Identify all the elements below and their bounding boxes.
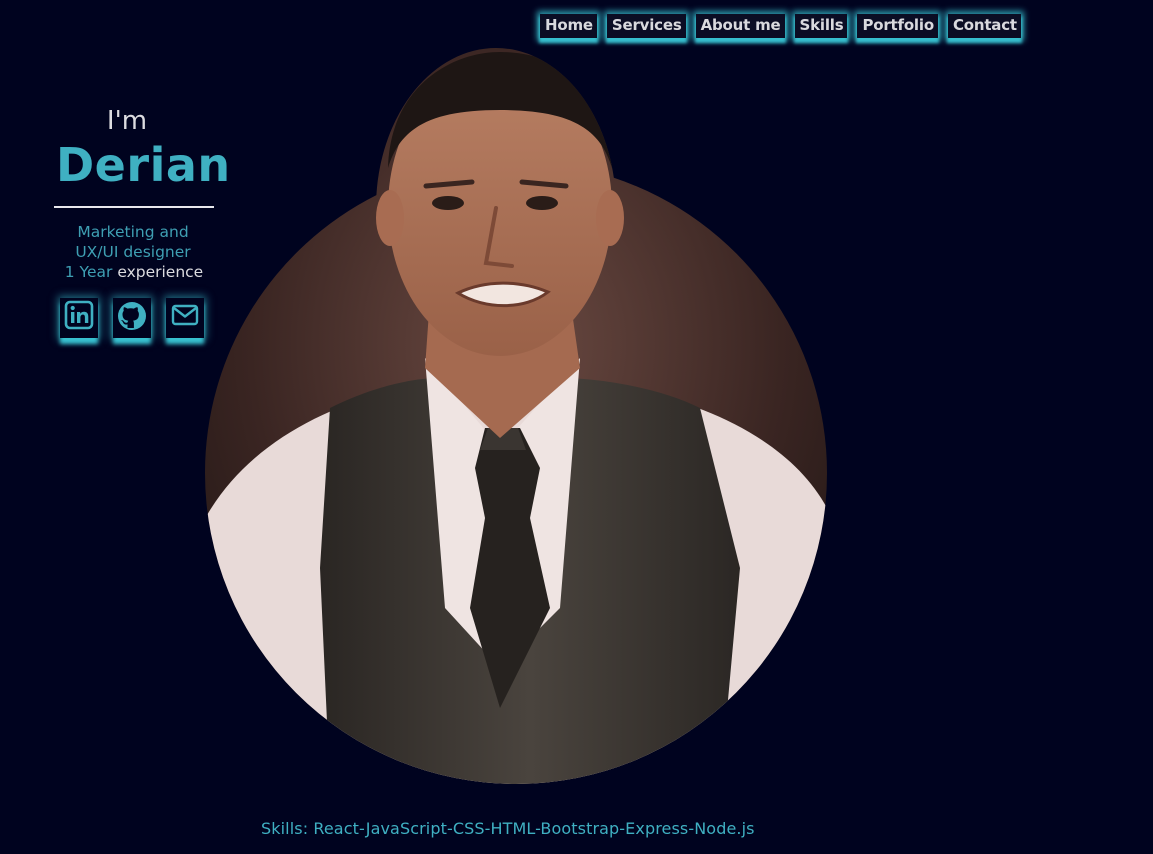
main-nav: Home Services About me Skills Portfolio … [540,14,1031,38]
experience-label: experience [117,263,204,281]
nav-services[interactable]: Services [606,14,686,38]
intro-block: I'm Derian Marketing and UX/UI designer … [48,104,231,282]
mail-icon [170,300,200,330]
intro-name: Derian [56,138,231,192]
github-icon [116,300,148,332]
social-links [60,298,204,338]
nav-about-me[interactable]: About me [695,14,785,38]
intro-divider [54,206,214,208]
github-button[interactable] [113,298,151,338]
portfolio-page: Home Services About me Skills Portfolio … [0,0,1153,854]
nav-skills[interactable]: Skills [794,14,848,38]
intro-role-line1: Marketing and [77,223,189,241]
intro-experience: 1 Year experience [48,262,220,282]
skills-line: Skills: React-JavaScript-CSS-HTML-Bootst… [261,819,755,838]
nav-home[interactable]: Home [540,14,597,38]
intro-role-line2: UX/UI designer [75,243,191,261]
linkedin-icon [64,300,94,330]
intro-greeting: I'm [106,106,148,136]
linkedin-button[interactable] [60,298,98,338]
profile-photo [200,48,832,788]
experience-value: 1 Year [64,263,113,281]
nav-portfolio[interactable]: Portfolio [857,14,938,38]
nav-contact[interactable]: Contact [947,14,1021,38]
mail-button[interactable] [166,298,204,338]
